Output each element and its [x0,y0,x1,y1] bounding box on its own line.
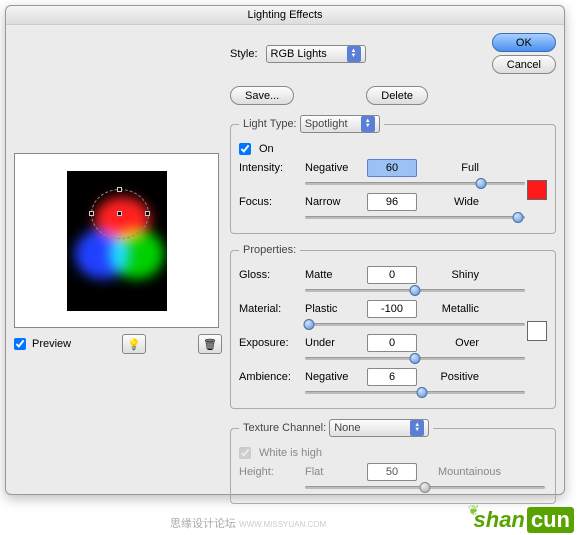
chevron-updown-icon: ▲▼ [361,116,375,132]
texture-channel-label: Texture Channel: [243,422,326,434]
ambience-slider[interactable] [305,386,525,398]
light-type-label: Light Type: [243,118,297,130]
light-type-value: Spotlight [305,118,348,130]
height-input [367,463,417,481]
gloss-slider[interactable] [305,284,525,296]
trash-icon: 🗑 [203,338,217,351]
leaf-icon: ❦ [468,502,480,519]
light-color-swatch[interactable] [527,180,547,200]
preview-checkbox[interactable] [14,338,26,350]
footer-credit: 思缘设计论坛 WWW.MISSYUAN.COM [170,515,326,531]
white-high-checkbox [239,447,251,459]
footer-brand: ❦ shancun [460,507,574,533]
ok-button[interactable]: OK [492,33,556,52]
light-type-group: Light Type: Spotlight ▲▼ On Intensity: N… [230,115,556,234]
chevron-updown-icon: ▲▼ [347,46,361,62]
white-high-label: White is high [259,447,322,459]
preview-label: Preview [32,338,71,350]
intensity-label: Intensity: [239,162,297,174]
gloss-label: Gloss: [239,269,297,281]
delete-button[interactable]: Delete [366,86,428,105]
style-value: RGB Lights [271,48,327,60]
gloss-input[interactable] [367,266,417,284]
focus-slider[interactable] [305,211,525,223]
texture-channel-value: None [334,422,360,434]
ambience-label: Ambience: [239,371,297,383]
material-slider[interactable] [305,318,525,330]
on-checkbox[interactable] [239,143,251,155]
exposure-label: Exposure: [239,337,297,349]
chevron-updown-icon: ▲▼ [410,420,424,436]
dialog-title: Lighting Effects [6,6,564,25]
exposure-input[interactable] [367,334,417,352]
light-type-select[interactable]: Spotlight ▲▼ [300,115,380,133]
material-input[interactable] [367,300,417,318]
material-label: Material: [239,303,297,315]
properties-label: Properties: [239,244,300,256]
ambient-color-swatch[interactable] [527,321,547,341]
focus-label: Focus: [239,196,297,208]
preview-area[interactable] [14,153,219,328]
delete-light-button[interactable]: 🗑 [198,334,222,354]
lighting-effects-dialog: Lighting Effects Preview 💡 🗑 [5,5,565,495]
new-light-button[interactable]: 💡 [122,334,146,354]
exposure-slider[interactable] [305,352,525,364]
style-select[interactable]: RGB Lights ▲▼ [266,45,366,63]
bulb-icon: 💡 [127,338,141,351]
intensity-slider[interactable] [305,177,525,189]
texture-group: Texture Channel: None ▲▼ White is high H… [230,419,556,504]
on-label: On [259,143,274,155]
preview-canvas[interactable] [67,171,167,311]
intensity-input[interactable] [367,159,417,177]
style-label: Style: [230,48,258,60]
ambience-input[interactable] [367,368,417,386]
height-slider [305,481,545,493]
height-label: Height: [239,466,297,478]
focus-input[interactable] [367,193,417,211]
save-button[interactable]: Save... [230,86,294,105]
properties-group: Properties: Gloss:MatteShiny Material:Pl… [230,244,556,409]
texture-channel-select[interactable]: None ▲▼ [329,419,429,437]
cancel-button[interactable]: Cancel [492,55,556,74]
